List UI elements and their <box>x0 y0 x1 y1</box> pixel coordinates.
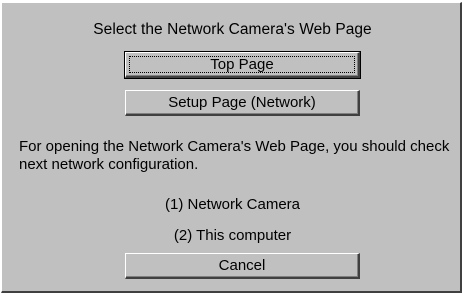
camera-page-dialog: Select the Network Camera's Web Page Top… <box>1 2 462 293</box>
cancel-button-label: Cancel <box>218 257 266 274</box>
setup-page-button[interactable]: Setup Page (Network) <box>125 90 360 116</box>
checklist-item-this-computer: (2) This computer <box>173 227 292 244</box>
checklist-item-network-camera: (1) Network Camera <box>164 196 301 213</box>
top-page-button[interactable]: Top Page <box>124 51 361 79</box>
network-config-message: For opening the Network Camera's Web Pag… <box>19 138 450 173</box>
cancel-button[interactable]: Cancel <box>125 253 360 279</box>
top-page-button-label: Top Page <box>210 56 274 73</box>
dialog-title: Select the Network Camera's Web Page <box>93 21 372 38</box>
setup-page-button-label: Setup Page (Network) <box>168 94 316 111</box>
